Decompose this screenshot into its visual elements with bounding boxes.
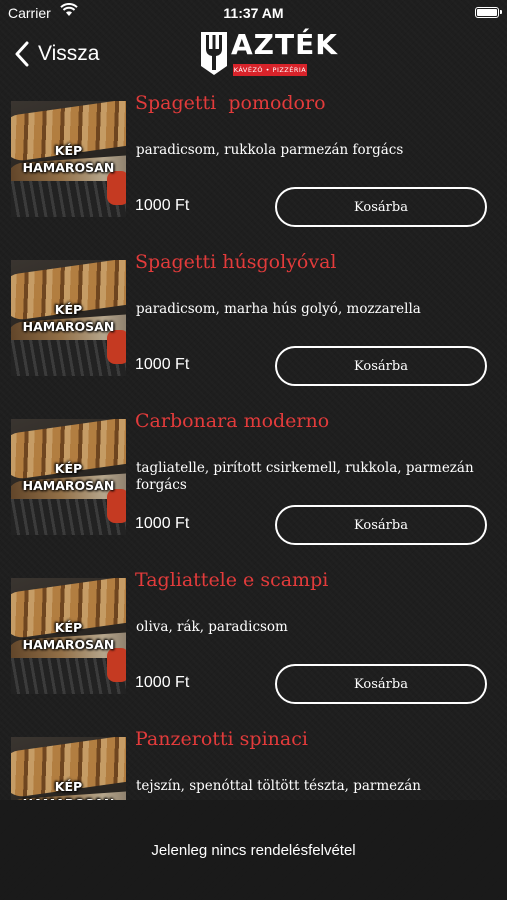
add-to-cart-button[interactable]: Kosárba [275,664,487,704]
image-placeholder-label: KÉPHAMAROSAN [23,779,115,800]
image-placeholder-label: KÉPHAMAROSAN [22,620,115,652]
image-placeholder-label: KÉPHAMAROSAN [22,143,115,175]
image-placeholder-label: KÉPHAMAROSAN [22,302,115,334]
item-image: KÉPHAMAROSAN [11,737,126,800]
menu-item: KÉP HAMAROSAN Spagetti húsgolyóval paradi… [0,249,507,408]
item-name: Spagetti húsgolyóval [135,251,337,273]
status-bar: Carrier 11:37 AM [0,0,507,26]
add-to-cart-button[interactable]: Kosárba [275,505,487,545]
logo-text: AZTÉK [231,28,338,61]
item-description: tejszín, spenóttal töltött tészta, parme… [136,778,421,794]
item-image: KÉPHAMAROSAN [11,260,126,376]
item-description: paradicsom, rukkola parmezán forgács [136,142,404,158]
clock: 11:37 AM [223,5,284,21]
add-to-cart-button[interactable]: Kosárba [275,187,487,227]
item-image: KÉPHAMAROSAN [11,578,126,694]
item-description: paradicsom, marha hús golyó, mozzarella [136,301,421,317]
menu-item: KÉP HAMAROSAN Spagetti pomodoro paradicso… [0,90,507,249]
nav-bar: Vissza AZTÉK KÁVÉZÓ • PIZZÉRIA [0,26,507,82]
item-price: 1000 Ft [135,674,190,691]
item-price: 1000 Ft [135,197,190,214]
item-name: Tagliattele e scampi [135,569,329,591]
item-name: Carbonara moderno [135,410,330,432]
item-description: tagliatelle, pirított csirkemell, rukkol… [136,460,474,493]
menu-item: KÉP HAMAROSAN Carbonara moderno tagliatel… [0,408,507,567]
item-price: 1000 Ft [135,515,190,532]
item-price: 1000 Ft [135,356,190,373]
menu-list[interactable]: KÉP HAMAROSAN Spagetti pomodoro paradicso… [0,90,507,800]
order-status-message: Jelenleg nincs rendelésfelvétel [151,841,356,859]
chevron-left-icon [15,41,29,67]
item-image: KÉPHAMAROSAN [11,101,126,217]
menu-item: KÉPHAMAROSAN Panzerotti spinaci tejszín,… [0,726,507,800]
fork-icon [201,32,227,75]
logo-subtitle: KÁVÉZÓ • PIZZÉRIA [233,64,307,76]
item-name: Panzerotti spinaci [135,728,308,750]
item-name: Spagetti pomodoro [135,92,326,114]
menu-item: KÉP HAMAROSAN Tagliattele e scampi oliva,… [0,567,507,726]
back-button[interactable]: Vissza [14,38,99,70]
item-image: KÉPHAMAROSAN [11,419,126,535]
image-placeholder-label: KÉPHAMAROSAN [22,461,115,493]
add-to-cart-button[interactable]: Kosárba [275,346,487,386]
order-status-footer: Jelenleg nincs rendelésfelvétel [0,800,507,900]
item-description: oliva, rák, paradicsom [136,619,288,635]
back-label: Vissza [38,42,100,65]
brand-logo: AZTÉK KÁVÉZÓ • PIZZÉRIA [199,28,337,80]
battery-icon [475,7,502,18]
